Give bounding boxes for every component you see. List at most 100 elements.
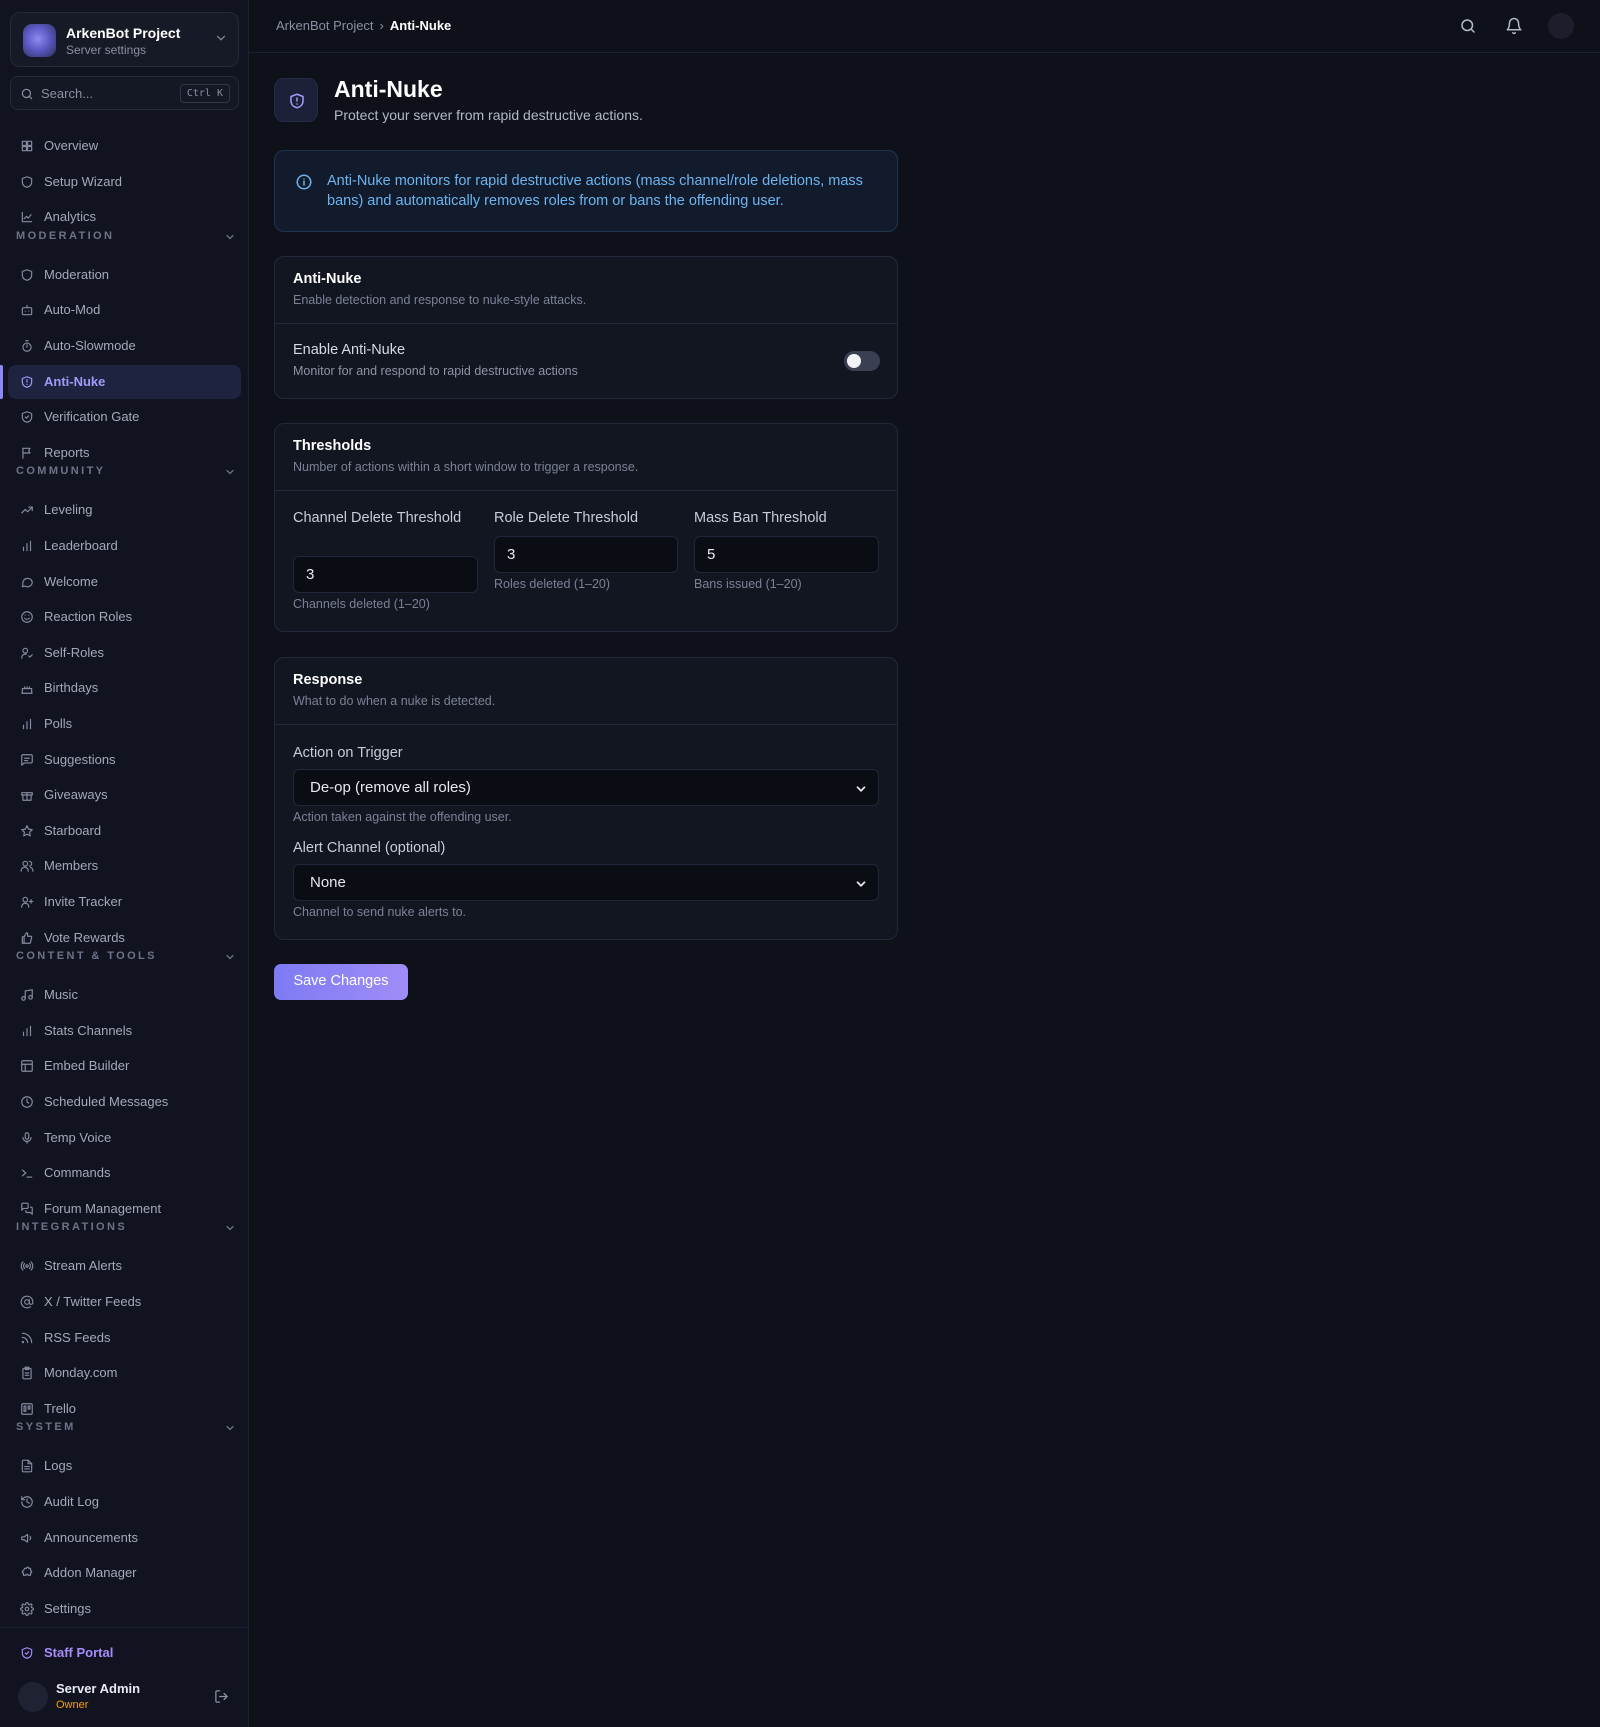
sidebar-item-setup-wizard[interactable]: Setup Wizard [8, 165, 241, 199]
alert-select[interactable]: None [293, 864, 879, 901]
sidebar-item-audit-log[interactable]: Audit Log [8, 1485, 241, 1519]
sidebar-item-label: Analytics [44, 209, 97, 225]
sidebar-item-moderation[interactable]: Moderation [8, 258, 241, 292]
message-icon [21, 577, 33, 587]
cake-icon [21, 686, 33, 695]
sidebar-section-community[interactable]: COMMUNITY [16, 465, 236, 479]
sidebar-item-auto-slowmode[interactable]: Auto-Slowmode [8, 329, 241, 363]
search-placeholder: Search... [41, 86, 94, 101]
sidebar-item-temp-voice[interactable]: Temp Voice [8, 1121, 241, 1155]
sidebar-item-suggestions[interactable]: Suggestions [8, 743, 241, 777]
sidebar-item-commands[interactable]: Commands [8, 1156, 241, 1190]
rss-icon [21, 1332, 33, 1343]
gift-icon [21, 792, 33, 802]
sidebar-item-leveling[interactable]: Leveling [8, 493, 241, 527]
select-value: None [310, 874, 346, 891]
project-name: ArkenBot Project [66, 25, 181, 41]
channel-delete-input[interactable]: 3 [293, 556, 478, 593]
user-name: Server Admin [56, 1681, 141, 1696]
channel-delete-label: Channel Delete Threshold [293, 510, 462, 526]
enable-anti-nuke-toggle[interactable] [844, 351, 880, 371]
sidebar-section-integrations[interactable]: INTEGRATIONS [16, 1221, 236, 1235]
page-subtitle: Protect your server from rapid destructi… [334, 107, 643, 123]
info-text: Anti-Nuke monitors for rapid destructive… [327, 173, 863, 209]
sidebar-item-verification-gate[interactable]: Verification Gate [8, 400, 241, 434]
sidebar-item-monday-com[interactable]: Monday.com [8, 1356, 241, 1390]
sidebar-item-label: Commands [44, 1165, 111, 1181]
sidebar-item-logs[interactable]: Logs [8, 1449, 241, 1483]
sidebar-item-overview[interactable]: Overview [8, 129, 241, 163]
sidebar-item-self-roles[interactable]: Self-Roles [8, 636, 241, 670]
select-value: De-op (remove all roles) [310, 779, 471, 796]
sidebar-item-label: Trello [44, 1400, 77, 1416]
sidebar-item-welcome[interactable]: Welcome [8, 565, 241, 599]
sidebar-item-settings[interactable]: Settings [8, 1592, 241, 1626]
sidebar-item-scheduled-messages[interactable]: Scheduled Messages [8, 1085, 241, 1119]
star-icon [21, 824, 33, 837]
sidebar-section-content-tools[interactable]: CONTENT & TOOLS [16, 950, 236, 964]
chevron-down-icon [226, 1226, 234, 1231]
sidebar-item-label: Leveling [44, 502, 93, 518]
staff-portal-link[interactable]: Staff Portal [8, 1636, 241, 1670]
sidebar-item-music[interactable]: Music [8, 978, 241, 1012]
mass-ban-input[interactable]: 5 [694, 536, 879, 573]
sidebar-item-giveaways[interactable]: Giveaways [8, 778, 241, 812]
sidebar-item-birthdays[interactable]: Birthdays [8, 671, 241, 705]
search-icon[interactable] [1459, 17, 1477, 35]
sidebar-item-x-twitter-feeds[interactable]: X / Twitter Feeds [8, 1285, 241, 1319]
sidebar-item-leaderboard[interactable]: Leaderboard [8, 529, 241, 563]
sidebar-item-polls[interactable]: Polls [8, 707, 241, 741]
sidebar-item-announcements[interactable]: Announcements [8, 1521, 241, 1555]
sidebar-item-stream-alerts[interactable]: Stream Alerts [8, 1249, 241, 1283]
breadcrumb-separator: › [379, 18, 384, 33]
sidebar-item-label: Polls [44, 716, 73, 731]
sidebar-item-embed-builder[interactable]: Embed Builder [8, 1049, 241, 1083]
sidebar-item-stats-channels[interactable]: Stats Channels [8, 1014, 241, 1048]
project-switcher[interactable]: ArkenBot Project Server settings [10, 12, 239, 67]
sidebar-item-label: Moderation [44, 266, 110, 282]
sidebar-item-label: Self-Roles [44, 644, 104, 660]
chevron-down-icon [216, 35, 226, 41]
sidebar-item-reaction-roles[interactable]: Reaction Roles [8, 600, 241, 634]
save-button[interactable]: Save Changes [274, 964, 408, 1000]
sidebar-item-label: Leaderboard [44, 538, 118, 553]
message-square-icon [21, 753, 33, 766]
sidebar-item-label: Settings [44, 1600, 91, 1616]
toggle-label: Enable Anti-Nuke [293, 342, 406, 358]
avatar[interactable] [1548, 13, 1574, 39]
breadcrumb-root[interactable]: ArkenBot Project [276, 18, 374, 33]
action-select[interactable]: De-op (remove all roles) [293, 769, 879, 806]
megaphone-icon [21, 1533, 32, 1543]
role-delete-input[interactable]: 3 [494, 536, 678, 573]
sidebar-item-rss-feeds[interactable]: RSS Feeds [8, 1321, 241, 1355]
sidebar-item-members[interactable]: Members [8, 849, 241, 883]
sidebar-item-starboard[interactable]: Starboard [8, 814, 241, 848]
input-value: 3 [507, 546, 516, 563]
toggle-knob [847, 354, 861, 368]
sidebar-item-label: Music [44, 987, 78, 1003]
sidebar-section-system[interactable]: SYSTEM [16, 1421, 236, 1435]
sidebar: ArkenBot Project Server settings Search.… [0, 0, 249, 1727]
sidebar-item-addon-manager[interactable]: Addon Manager [8, 1556, 241, 1590]
card-subtitle: What to do when a nuke is detected. [293, 694, 496, 708]
puzzle-icon [21, 1566, 33, 1577]
trello-icon [21, 1402, 33, 1415]
sidebar-item-anti-nuke[interactable]: Anti-Nuke [0, 364, 241, 399]
breadcrumb: ArkenBot Project › Anti-Nuke [276, 18, 451, 33]
section-title: SYSTEM [16, 1421, 76, 1434]
logout-icon[interactable] [214, 1689, 229, 1704]
music-icon [21, 989, 33, 1002]
search-input[interactable]: Search... Ctrl K [10, 76, 239, 110]
sidebar-section-moderation[interactable]: MODERATION [16, 230, 236, 244]
bell-icon[interactable] [1505, 17, 1523, 35]
chevron-down-icon [226, 470, 234, 475]
gear-icon [20, 1601, 34, 1616]
shield-check-icon [21, 1647, 33, 1659]
alert-hint: Channel to send nuke alerts to. [293, 905, 467, 919]
sidebar-item-invite-tracker[interactable]: Invite Tracker [8, 885, 241, 919]
clipboard-icon [22, 1366, 32, 1380]
sidebar-item-label: Invite Tracker [44, 894, 123, 909]
sidebar-item-auto-mod[interactable]: Auto-Mod [8, 293, 241, 327]
user-profile[interactable]: Server Admin Owner [10, 1676, 239, 1718]
layout-icon [21, 1060, 33, 1073]
